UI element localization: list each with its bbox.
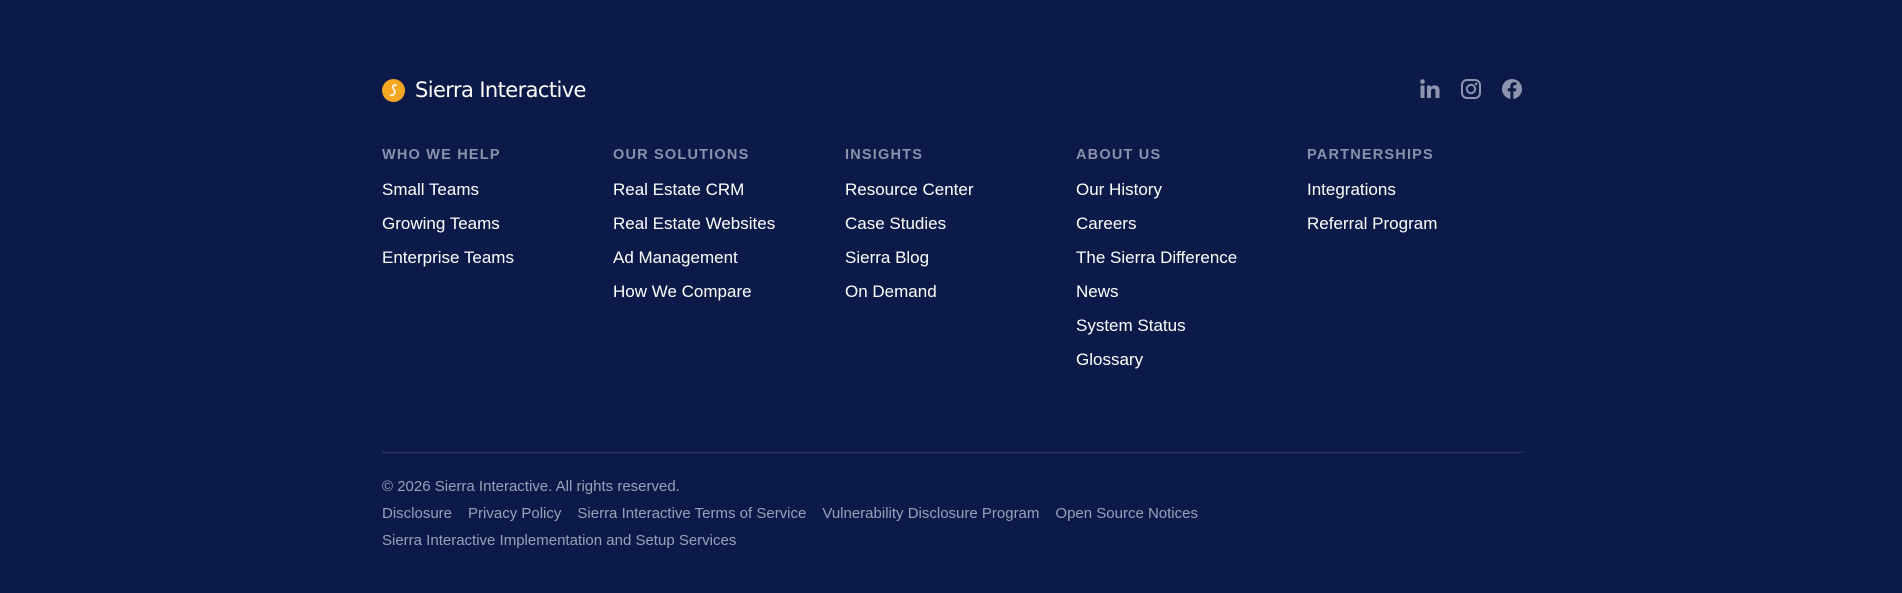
logo-mark-icon (382, 78, 405, 102)
legal-link-privacy-policy[interactable]: Privacy Policy (468, 504, 561, 524)
footer-brand-row: Sierra Interactive (382, 76, 1523, 104)
footer-link-system-status[interactable]: System Status (1076, 316, 1186, 335)
footer-column-insights: INSIGHTS Resource Center Case Studies Si… (845, 147, 1065, 316)
instagram-link[interactable] (1460, 78, 1482, 100)
footer-link-ad-management[interactable]: Ad Management (613, 248, 738, 267)
footer-link-growing-teams[interactable]: Growing Teams (382, 214, 500, 233)
sierra-interactive-logo[interactable]: Sierra Interactive (382, 78, 586, 102)
footer-link-on-demand[interactable]: On Demand (845, 282, 937, 301)
footer-link-glossary[interactable]: Glossary (1076, 350, 1143, 369)
footer-link-case-studies[interactable]: Case Studies (845, 214, 946, 233)
link-list: Real Estate CRM Real Estate Websites Ad … (613, 180, 833, 316)
linkedin-icon (1420, 79, 1440, 98)
footer-link-enterprise-teams[interactable]: Enterprise Teams (382, 248, 514, 267)
footer-column-who-we-help: WHO WE HELP Small Teams Growing Teams En… (382, 147, 602, 282)
facebook-icon (1502, 79, 1522, 99)
footer-link-our-history[interactable]: Our History (1076, 180, 1162, 199)
legal-links: Disclosure Privacy Policy Sierra Interac… (382, 504, 1242, 551)
logo-wordmark: Sierra Interactive (415, 78, 586, 102)
legal-link-disclosure[interactable]: Disclosure (382, 504, 452, 524)
footer-link-the-sierra-difference[interactable]: The Sierra Difference (1076, 248, 1237, 267)
column-heading: ABOUT US (1076, 147, 1162, 163)
footer-column-our-solutions: OUR SOLUTIONS Real Estate CRM Real Estat… (613, 147, 833, 316)
copyright-text: © 2026 Sierra Interactive. All rights re… (382, 478, 680, 495)
legal-link-terms-of-service[interactable]: Sierra Interactive Terms of Service (577, 504, 806, 524)
footer-link-resource-center[interactable]: Resource Center (845, 180, 974, 199)
legal-link-implementation-setup-services[interactable]: Sierra Interactive Implementation and Se… (382, 531, 736, 551)
footer-link-small-teams[interactable]: Small Teams (382, 180, 479, 199)
footer-link-how-we-compare[interactable]: How We Compare (613, 282, 752, 301)
facebook-link[interactable] (1501, 78, 1523, 100)
linkedin-link[interactable] (1419, 78, 1441, 100)
legal-section: © 2026 Sierra Interactive. All rights re… (382, 477, 1523, 551)
link-list: Our History Careers The Sierra Differenc… (1076, 180, 1296, 384)
link-list: Integrations Referral Program (1307, 180, 1527, 248)
column-heading: WHO WE HELP (382, 147, 501, 163)
site-footer: Sierra Interactive WHO WE HELP Small Tea… (0, 0, 1902, 593)
footer-link-sierra-blog[interactable]: Sierra Blog (845, 248, 929, 267)
footer-divider (382, 452, 1523, 453)
footer-column-about-us: ABOUT US Our History Careers The Sierra … (1076, 147, 1296, 384)
footer-link-integrations[interactable]: Integrations (1307, 180, 1396, 199)
footer-link-news[interactable]: News (1076, 282, 1119, 301)
column-heading: PARTNERSHIPS (1307, 147, 1434, 163)
column-heading: INSIGHTS (845, 147, 924, 163)
social-links (1419, 78, 1523, 100)
link-list: Small Teams Growing Teams Enterprise Tea… (382, 180, 602, 282)
link-list: Resource Center Case Studies Sierra Blog… (845, 180, 1065, 316)
legal-link-vulnerability-disclosure[interactable]: Vulnerability Disclosure Program (822, 504, 1039, 524)
footer-link-real-estate-crm[interactable]: Real Estate CRM (613, 180, 744, 199)
footer-link-real-estate-websites[interactable]: Real Estate Websites (613, 214, 775, 233)
legal-link-open-source-notices[interactable]: Open Source Notices (1055, 504, 1198, 524)
footer-link-careers[interactable]: Careers (1076, 214, 1136, 233)
footer-link-referral-program[interactable]: Referral Program (1307, 214, 1437, 233)
column-heading: OUR SOLUTIONS (613, 147, 750, 163)
instagram-icon (1461, 79, 1481, 99)
footer-column-partnerships: PARTNERSHIPS Integrations Referral Progr… (1307, 147, 1527, 248)
